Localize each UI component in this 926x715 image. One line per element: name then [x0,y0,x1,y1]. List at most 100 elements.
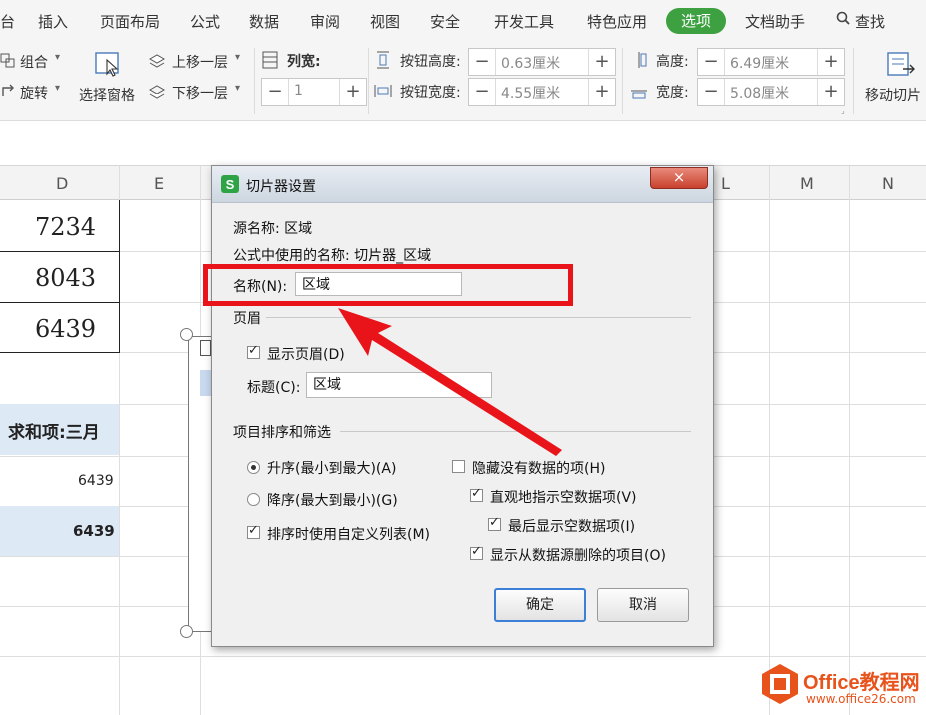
cell-d-value[interactable]: 7234 [35,213,96,241]
width-label: 宽度: [656,85,689,101]
menu-item-developer[interactable]: 开发工具 [494,11,554,32]
group-icon[interactable] [0,53,16,69]
height-stepper[interactable]: − 6.49厘米 + [697,48,845,76]
column-width-increment[interactable]: + [339,79,366,105]
dialog-title-bar[interactable]: S 切片器设置 × [212,166,713,203]
resize-handle[interactable] [180,625,193,638]
height-label: 高度: [656,54,689,70]
column-header-l[interactable]: L [721,174,730,193]
search-icon[interactable] [836,11,850,25]
menu-item-review[interactable]: 审阅 [310,11,340,32]
resize-handle[interactable] [180,328,193,341]
group-button[interactable]: 组合 [20,52,48,72]
caption-label: 标题(C): [247,380,301,396]
ribbon-separator [254,48,255,114]
visual-indicate-checkbox[interactable] [470,486,483,502]
menu-item-options[interactable]: 选项 [666,8,726,34]
cancel-button[interactable]: 取消 [597,588,689,622]
custom-list-checkbox[interactable] [247,523,260,539]
width-increment[interactable]: + [817,79,844,105]
rotate-dropdown-icon[interactable]: ▾ [55,83,60,94]
menu-item-data[interactable]: 数据 [249,11,279,32]
show-header-checkbox[interactable] [247,343,260,359]
height-decrement[interactable]: − [698,49,725,75]
ascending-radio[interactable] [247,461,260,474]
send-backward-icon[interactable] [148,83,166,101]
group-dropdown-icon[interactable]: ▾ [55,52,60,63]
button-height-decrement[interactable]: − [469,49,496,75]
hide-no-data-label: 隐藏没有数据的项(H) [472,461,606,477]
button-width-value[interactable]: 4.55厘米 [501,83,560,103]
show-deleted-checkbox[interactable] [470,544,483,560]
bring-forward-dropdown-icon[interactable]: ▾ [235,52,240,63]
formula-name: 公式中使用的名称: 切片器_区域 [233,248,432,264]
menu-item-page-layout[interactable]: 页面布局 [100,11,160,32]
button-height-increment[interactable]: + [588,49,615,75]
button-height-icon [377,51,389,69]
button-width-stepper[interactable]: − 4.55厘米 + [468,78,616,106]
office-logo-icon [762,664,798,704]
descending-label: 降序(最大到最小)(G) [267,493,398,509]
width-stepper[interactable]: − 5.08厘米 + [697,78,845,106]
button-height-stepper[interactable]: − 0.63厘米 + [468,48,616,76]
send-backward-dropdown-icon[interactable]: ▾ [235,83,240,94]
cell-border [0,302,119,303]
menu-item-view[interactable]: 视图 [370,11,400,32]
height-value[interactable]: 6.49厘米 [730,53,789,73]
search-label[interactable]: 查找 [855,11,885,32]
visual-indicate-label: 直观地指示空数据项(V) [490,490,637,506]
cell-d-value[interactable]: 6439 [35,315,96,343]
menu-bar: 台 插入 页面布局 公式 数据 审阅 视图 安全 开发工具 特色应用 选项 文档… [0,0,926,42]
close-icon: × [672,168,686,186]
pivot-header: 求和项:三月 [8,423,100,443]
dialog-launcher-icon[interactable]: ⌟ [841,106,845,115]
button-width-increment[interactable]: + [588,79,615,105]
cell-d-value[interactable]: 8043 [35,264,96,292]
menu-item-home[interactable]: 台 [0,11,15,32]
close-button[interactable]: × [650,167,708,189]
column-width-label: 列宽: [287,54,321,70]
column-width-value[interactable]: 1 [294,83,303,99]
column-width-stepper[interactable]: − 1 + [261,78,367,106]
menu-item-security[interactable]: 安全 [430,11,460,32]
selection-pane-icon[interactable] [93,50,123,78]
rotate-button[interactable]: 旋转 [20,83,48,103]
pivot-value[interactable]: 6439 [78,473,114,489]
button-height-value[interactable]: 0.63厘米 [501,53,560,73]
formula-bar-area [0,121,926,166]
hide-no-data-checkbox[interactable] [452,460,465,473]
width-decrement[interactable]: − [698,79,725,105]
send-backward-button[interactable]: 下移一层 [172,83,228,103]
bring-forward-button[interactable]: 上移一层 [172,52,228,72]
column-width-decrement[interactable]: − [262,79,289,105]
show-last-checkbox[interactable] [488,515,501,531]
ribbon-toolbar: 组合 ▾ 旋转 ▾ 选择窗格 上移一层 ▾ 下移一层 ▾ 列宽: − 1 + 按… [0,42,926,121]
column-header-d[interactable]: D [56,174,68,193]
button-height-label: 按钮高度: [400,54,461,70]
width-value[interactable]: 5.08厘米 [730,83,789,103]
button-width-decrement[interactable]: − [469,79,496,105]
descending-radio[interactable] [247,493,260,506]
column-header-n[interactable]: N [882,174,894,193]
slicer-item[interactable] [200,370,211,396]
show-deleted-label: 显示从数据源删除的项目(O) [490,548,666,564]
ok-button[interactable]: 确定 [494,588,586,622]
bring-forward-icon[interactable] [148,52,166,70]
pivot-total: 6439 [73,522,115,540]
move-slicer-icon[interactable] [885,50,917,80]
height-icon [638,52,647,68]
header-group-label: 页眉 [233,311,261,327]
grid-line [0,656,926,657]
menu-item-insert[interactable]: 插入 [38,11,68,32]
menu-item-formula[interactable]: 公式 [190,11,220,32]
menu-item-assistant[interactable]: 文档助手 [745,11,805,32]
rotate-icon[interactable] [0,84,16,100]
height-increment[interactable]: + [817,49,844,75]
menu-item-features[interactable]: 特色应用 [587,11,647,32]
move-slicer-button[interactable]: 移动切片 [865,85,921,105]
selection-pane-button[interactable]: 选择窗格 [79,85,135,105]
column-header-e[interactable]: E [154,174,164,193]
column-header-m[interactable]: M [800,174,814,193]
button-width-label: 按钮宽度: [400,85,461,101]
width-icon [631,90,647,99]
